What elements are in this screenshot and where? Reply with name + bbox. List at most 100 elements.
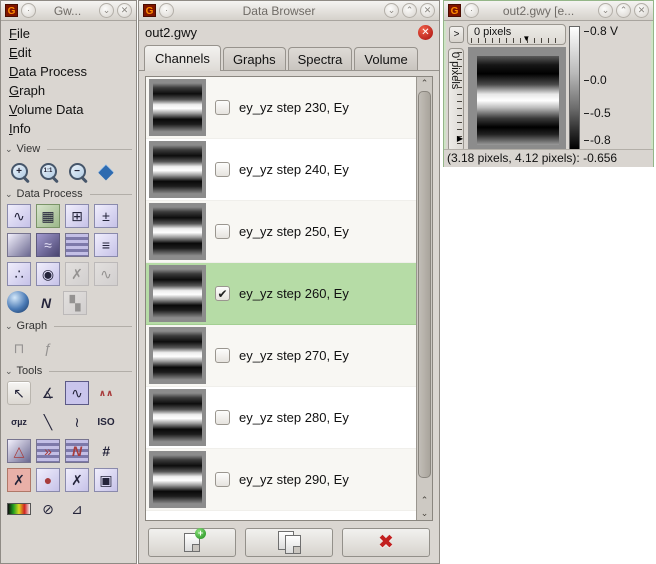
color-range-tool-icon[interactable] bbox=[7, 503, 31, 515]
align-rows-icon[interactable]: ≡ bbox=[94, 233, 118, 257]
hruler-label: 0 pixels bbox=[474, 26, 511, 38]
statistics-tool-icon[interactable]: σµz bbox=[7, 410, 31, 434]
graph-cut-icon[interactable]: ⊓ bbox=[7, 336, 31, 360]
channel-row[interactable]: ✔ey_yz step 260, Ey bbox=[146, 263, 416, 325]
channel-visibility-checkbox[interactable] bbox=[215, 162, 230, 177]
selection-manager-tool-icon[interactable]: ▣ bbox=[94, 468, 118, 492]
graph-function-fit-icon[interactable]: ƒ bbox=[36, 336, 60, 360]
image-canvas-area[interactable] bbox=[468, 47, 566, 153]
statistical-functions-tool-icon[interactable]: ╲ bbox=[36, 410, 60, 434]
path-level-tool-icon[interactable]: N bbox=[65, 439, 89, 463]
maximize-window-button[interactable]: ⌃ bbox=[616, 3, 631, 18]
synthetic-surface-icon[interactable]: ≈ bbox=[36, 233, 60, 257]
plane-level-icon[interactable] bbox=[7, 233, 31, 257]
scroll-up-icon[interactable]: ⌃ bbox=[421, 77, 429, 90]
data-image[interactable] bbox=[477, 56, 559, 145]
read-value-tool-icon[interactable]: ↖ bbox=[7, 381, 31, 405]
channel-row[interactable]: ey_yz step 230, Ey bbox=[146, 77, 416, 139]
zoom-out-icon[interactable]: − bbox=[65, 159, 89, 183]
section-header-tools[interactable]: ⌄Tools bbox=[1, 362, 136, 378]
tab-volume[interactable]: Volume bbox=[354, 47, 417, 70]
spectro-tool-icon[interactable]: ∧∧ bbox=[94, 381, 118, 405]
resize-icon[interactable]: ⊞ bbox=[65, 204, 89, 228]
scrollbar-thumb[interactable] bbox=[418, 91, 431, 478]
grain-distribution-icon[interactable]: ∿ bbox=[94, 262, 118, 286]
grain-measure-tool-icon[interactable]: ✗ bbox=[65, 468, 89, 492]
color-inspector-tool-icon[interactable]: ⊘ bbox=[36, 497, 60, 521]
channel-thumbnail bbox=[149, 389, 206, 446]
close-window-button[interactable]: ✕ bbox=[634, 3, 649, 18]
mask-editor-tool-icon[interactable]: ✗ bbox=[7, 468, 31, 492]
three-point-level-tool-icon[interactable]: ⊿ bbox=[65, 497, 89, 521]
section-header-data-process[interactable]: ⌄Data Process bbox=[1, 185, 136, 201]
new-data-button[interactable]: + bbox=[148, 528, 236, 557]
window-menu-button[interactable]: · bbox=[159, 3, 174, 18]
menu-item-graph[interactable]: Graph bbox=[1, 81, 136, 100]
channel-visibility-checkbox[interactable] bbox=[215, 100, 230, 115]
channel-row[interactable]: ey_yz step 250, Ey bbox=[146, 201, 416, 263]
remove-grains-icon[interactable]: ✗ bbox=[65, 262, 89, 286]
mark-grains-icon[interactable]: ∴ bbox=[7, 262, 31, 286]
section-header-graph[interactable]: ⌄Graph bbox=[1, 317, 136, 333]
channel-visibility-checkbox[interactable] bbox=[215, 472, 230, 487]
tab-graphs[interactable]: Graphs bbox=[223, 47, 286, 70]
icon-row: ∴◉✗∿ bbox=[1, 259, 136, 288]
fix-zero-icon[interactable]: ∿ bbox=[7, 204, 31, 228]
browser-titlebar[interactable]: G · Data Browser ⌄ ⌃ ✕ bbox=[139, 1, 439, 21]
close-window-button[interactable]: ✕ bbox=[420, 3, 435, 18]
shade-window-button[interactable]: ⌄ bbox=[384, 3, 399, 18]
roughness-iso-tool-icon[interactable]: ISO bbox=[94, 410, 118, 434]
scroll-down-icon[interactable]: ⌄ bbox=[421, 507, 429, 520]
menu-item-mnemonic: E bbox=[9, 45, 18, 60]
tile-mask-icon[interactable]: ▚ bbox=[63, 291, 87, 315]
channel-visibility-checkbox[interactable]: ✔ bbox=[215, 286, 230, 301]
channel-visibility-checkbox[interactable] bbox=[215, 410, 230, 425]
menu-item-file[interactable]: File bbox=[1, 24, 136, 43]
channel-visibility-checkbox[interactable] bbox=[215, 348, 230, 363]
color-scale-min-label: -0.8 bbox=[584, 133, 611, 147]
shade-window-button[interactable]: ⌄ bbox=[598, 3, 613, 18]
window-menu-button[interactable]: · bbox=[21, 3, 36, 18]
zoom-1-1-icon[interactable]: 1:1 bbox=[36, 159, 60, 183]
menu-item-data-process[interactable]: Data Process bbox=[1, 62, 136, 81]
mask-operations-icon[interactable]: ▦ bbox=[36, 204, 60, 228]
facet-level-tool-icon[interactable]: △ bbox=[7, 439, 31, 463]
data-arithmetic-icon[interactable]: ± bbox=[94, 204, 118, 228]
close-file-icon[interactable]: ✕ bbox=[418, 25, 433, 40]
sphere-revolve-icon[interactable] bbox=[7, 291, 29, 313]
graph-function-fit-icon-glyph: ƒ bbox=[44, 340, 52, 356]
level-rows-tool-icon[interactable]: » bbox=[36, 439, 60, 463]
crop-tool-icon[interactable]: # bbox=[94, 439, 118, 463]
section-header-view[interactable]: ⌄View bbox=[1, 140, 136, 156]
shade-window-button[interactable]: ⌄ bbox=[99, 3, 114, 18]
line-correction-icon[interactable] bbox=[65, 233, 89, 257]
channel-visibility-checkbox[interactable] bbox=[215, 224, 230, 239]
toolbox-titlebar[interactable]: G · Gw... ⌄ ✕ bbox=[1, 1, 136, 21]
duplicate-data-button[interactable] bbox=[245, 528, 333, 557]
close-window-button[interactable]: ✕ bbox=[117, 3, 132, 18]
watershed-icon[interactable]: ◉ bbox=[36, 262, 60, 286]
menu-item-volume-data[interactable]: Volume Data bbox=[1, 100, 136, 119]
window-menu-button[interactable]: · bbox=[464, 3, 479, 18]
image-titlebar[interactable]: G · out2.gwy [e... ⌄ ⌃ ✕ bbox=[444, 1, 653, 21]
tab-channels[interactable]: Channels bbox=[144, 45, 221, 71]
maximize-window-button[interactable]: ⌃ bbox=[402, 3, 417, 18]
scrollbar[interactable]: ⌃ ⌃ ⌄ bbox=[416, 77, 432, 520]
scroll-up-icon[interactable]: ⌃ bbox=[421, 494, 429, 507]
channel-row[interactable]: ey_yz step 280, Ey bbox=[146, 387, 416, 449]
profile-tool-icon[interactable]: ∿ bbox=[65, 381, 89, 405]
channel-row[interactable]: ey_yz step 240, Ey bbox=[146, 139, 416, 201]
grain-remove-tool-icon[interactable]: ● bbox=[36, 468, 60, 492]
polynomial-icon[interactable]: N bbox=[34, 291, 58, 315]
menu-item-info[interactable]: Info bbox=[1, 119, 136, 138]
delete-data-button[interactable]: ✖ bbox=[342, 528, 430, 557]
channel-row[interactable]: ey_yz step 290, Ey bbox=[146, 449, 416, 511]
view-3d-icon[interactable]: ◆ bbox=[94, 159, 118, 183]
row-column-stats-tool-icon[interactable]: ≀ bbox=[65, 410, 89, 434]
tab-spectra[interactable]: Spectra bbox=[288, 47, 353, 70]
corner-menu-button[interactable]: > bbox=[449, 26, 464, 43]
distance-tool-icon[interactable]: ∡ bbox=[36, 381, 60, 405]
menu-item-edit[interactable]: Edit bbox=[1, 43, 136, 62]
zoom-in-icon[interactable]: + bbox=[7, 159, 31, 183]
channel-row[interactable]: ey_yz step 270, Ey bbox=[146, 325, 416, 387]
